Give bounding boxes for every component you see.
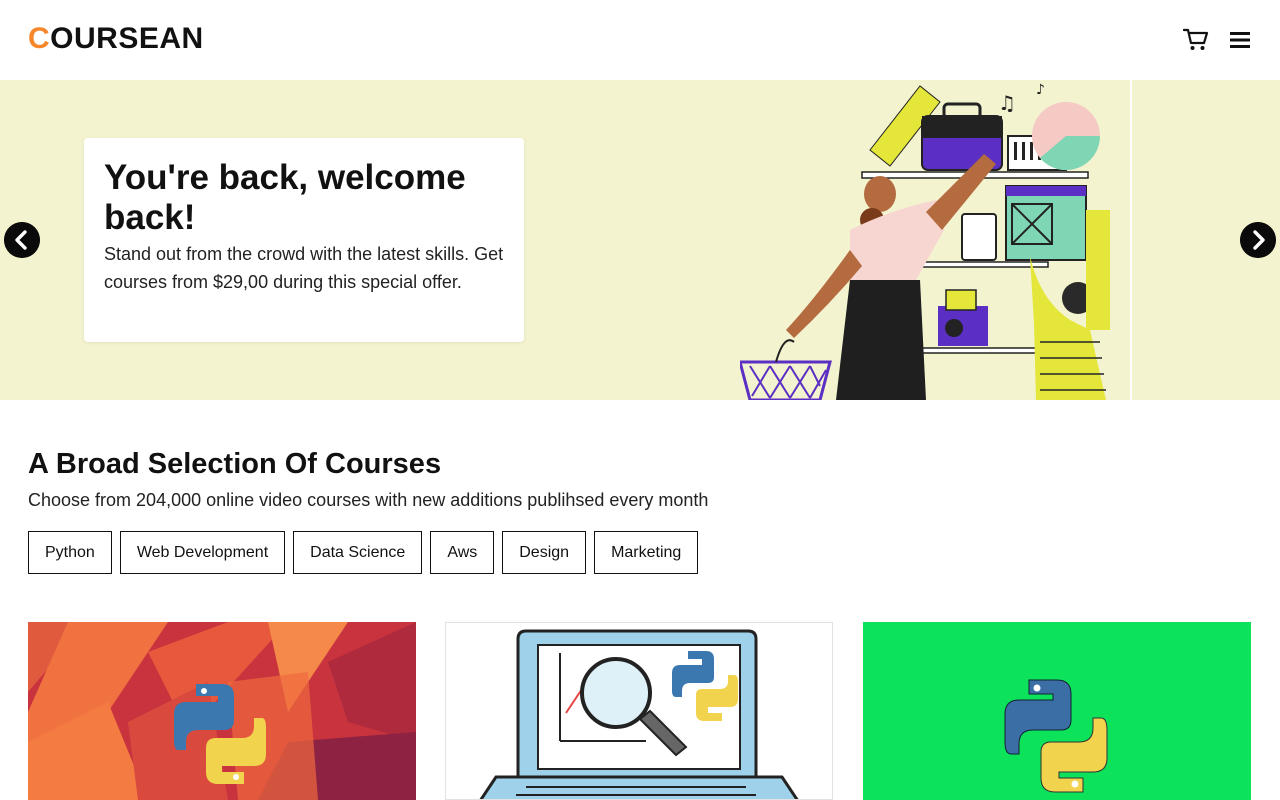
site-header: COURSEAN: [0, 0, 1280, 80]
python-logo-red-polygon-thumbnail: [28, 622, 416, 800]
python-logo-green-thumbnail: [863, 622, 1251, 800]
hero-card: You're back, welcome back! Stand out fro…: [84, 138, 524, 342]
tag-marketing[interactable]: Marketing: [594, 531, 699, 574]
site-logo[interactable]: COURSEAN: [28, 22, 204, 56]
tag-design[interactable]: Design: [502, 531, 587, 574]
hamburger-menu-icon[interactable]: [1228, 29, 1252, 51]
course-card-thumbnail-2[interactable]: [445, 622, 833, 800]
logo-first-letter: C: [28, 22, 51, 55]
chevron-right-icon[interactable]: [1240, 222, 1276, 258]
tag-web-development[interactable]: Web Development: [119, 531, 286, 574]
shopping-illustration: ♫ ♪: [740, 80, 1132, 400]
hero-banner: You're back, welcome back! Stand out fro…: [0, 80, 1280, 400]
tag-python[interactable]: Python: [28, 531, 112, 574]
hero-title: You're back, welcome back!: [104, 158, 466, 237]
cart-icon[interactable]: [1183, 28, 1209, 52]
course-card-thumbnail-1[interactable]: [28, 622, 416, 800]
tag-aws[interactable]: Aws: [430, 531, 495, 574]
tag-data-science[interactable]: Data Science: [293, 531, 423, 574]
chevron-left-icon[interactable]: [4, 222, 40, 258]
logo-rest: OURSEAN: [50, 22, 204, 55]
svg-text:♫: ♫: [998, 91, 1016, 115]
laptop-data-analysis-python-thumbnail: [446, 623, 832, 799]
courses-section-subtitle: Choose from 204,000 online video courses…: [28, 490, 709, 510]
hero-text: Stand out from the crowd with the latest…: [104, 244, 504, 292]
courses-section-title: A Broad Selection Of Courses: [28, 448, 442, 480]
course-category-tags: Python Web Development Data Science Aws …: [28, 531, 699, 574]
svg-text:♪: ♪: [1036, 82, 1045, 98]
course-card-thumbnail-3[interactable]: [863, 622, 1251, 800]
